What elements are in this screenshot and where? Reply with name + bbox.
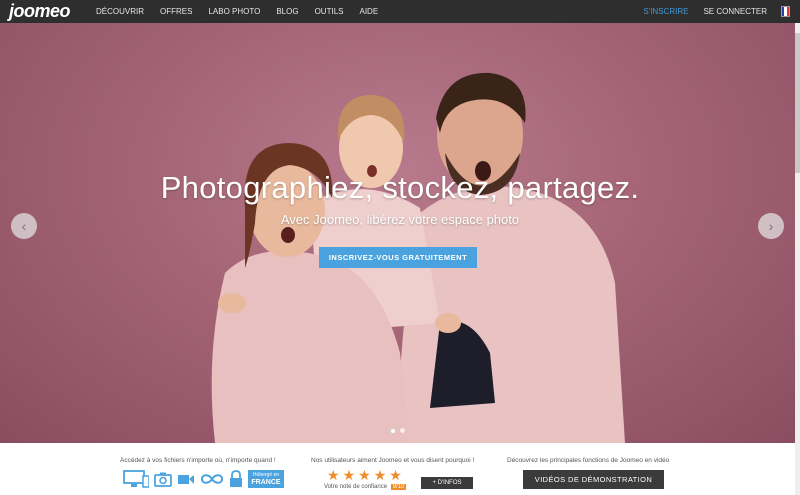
rating-score: 9/10 (390, 484, 407, 490)
infinity-icon (200, 474, 224, 484)
scrollbar-thumb[interactable] (795, 33, 800, 173)
nav-decouvrir[interactable]: DÉCOUVRIR (96, 0, 144, 23)
woman-mouth (281, 227, 295, 243)
access-caption: Accédez à vos fichiers n'importe où, n'i… (120, 457, 276, 464)
flag-stripe-red (786, 7, 789, 16)
nav-outils[interactable]: OUTILS (315, 0, 344, 23)
carousel-dot[interactable] (390, 428, 396, 434)
nav-offres[interactable]: OFFRES (160, 0, 192, 23)
hosted-in-france-badge: Hébergé en FRANCE (248, 470, 284, 488)
hand-right (435, 313, 461, 333)
french-flag-icon[interactable] (781, 6, 790, 17)
star-icon: ★ (358, 467, 371, 483)
nav-aide[interactable]: AIDE (359, 0, 378, 23)
chevron-right-icon: › (768, 218, 774, 234)
carousel-dots (390, 428, 409, 434)
carousel-dot[interactable] (400, 428, 405, 433)
feature-icons: Hébergé en FRANCE (123, 470, 284, 488)
auth-links: S'INSCRIRE SE CONNECTER (628, 0, 790, 23)
demo-videos-button[interactable]: VIDÉOS DE DÉMONSTRATION (523, 470, 664, 489)
trust-caption: Nos utilisateurs aiment Joomeo et vous d… (311, 457, 475, 464)
star-icon: ★ (342, 467, 356, 483)
hero-family-photo (211, 72, 625, 443)
nav-labo-photo[interactable]: LABO PHOTO (208, 0, 260, 23)
star-icon: ★ (373, 467, 387, 483)
nav-blog[interactable]: BLOG (276, 0, 298, 23)
main-nav: DÉCOUVRIR OFFRES LABO PHOTO BLOG OUTILS … (96, 0, 394, 23)
hero-carousel: Photographiez, stockez, partagez. Avec J… (0, 23, 800, 443)
badge-top-text: Hébergé en (252, 472, 280, 478)
more-info-button[interactable]: + D'INFOS (421, 477, 473, 489)
chevron-left-icon: ‹ (21, 218, 27, 234)
joomeo-logo[interactable]: joomeo (9, 0, 71, 23)
trust-rating: Votre note de confiance 9/10 (324, 484, 407, 490)
badge-bottom-text: FRANCE (251, 479, 281, 486)
lock-icon (230, 470, 242, 487)
rating-label: Votre note de confiance (324, 484, 388, 490)
star-icon: ★ (327, 467, 340, 483)
page-scrollbar[interactable] (795, 23, 800, 495)
top-navbar: joomeo DÉCOUVRIR OFFRES LABO PHOTO BLOG … (0, 0, 800, 23)
camera-icon (154, 472, 172, 487)
signup-link[interactable]: S'INSCRIRE (643, 0, 688, 23)
hero-subtitle: Avec Joomeo, libérez votre espace photo (280, 212, 520, 227)
features-strip: Accédez à vos fichiers n'importe où, n'i… (0, 443, 800, 495)
carousel-prev-button[interactable]: ‹ (11, 213, 37, 239)
carousel-next-button[interactable]: › (758, 213, 784, 239)
video-caption: Découvrez les principales fonctions de J… (507, 457, 670, 464)
signup-free-button[interactable]: INSCRIVEZ-VOUS GRATUITEMENT (319, 247, 477, 268)
desktop-icon (123, 470, 149, 488)
hand-left (218, 293, 246, 313)
video-icon (178, 475, 194, 484)
star-icon: ★ (389, 467, 402, 483)
login-link[interactable]: SE CONNECTER (703, 0, 767, 23)
hero-title: Photographiez, stockez, partagez. (160, 170, 640, 205)
rating-stars: ★ ★ ★ ★ ★ (327, 468, 405, 482)
